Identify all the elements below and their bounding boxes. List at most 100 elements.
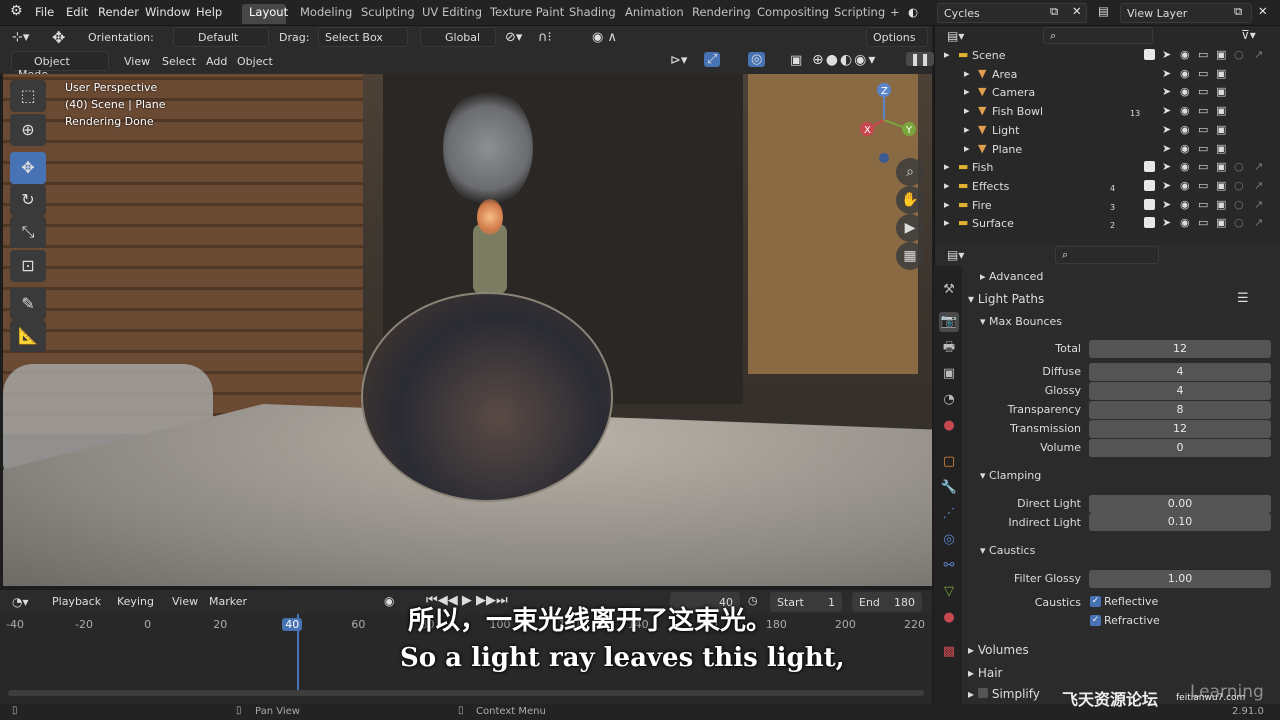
monitor-icon[interactable]: ▭ — [1198, 198, 1208, 211]
expand-chevron-icon[interactable]: ▸ — [944, 160, 950, 173]
select-arrow-icon[interactable]: ➤ — [1162, 123, 1171, 136]
simplify-section[interactable]: ▸ Simplify — [968, 687, 1040, 701]
scale-tool-icon[interactable]: ⤡ — [10, 216, 46, 248]
holdout-icon[interactable]: ○ — [1234, 48, 1244, 61]
cursor-tool-icon[interactable]: ⊕ — [10, 114, 46, 146]
tab-modeling[interactable]: Modeling — [300, 5, 352, 19]
drag-dropdown[interactable]: Select Box — [318, 27, 408, 47]
editor-type-icon[interactable]: ◔▾ — [12, 595, 29, 609]
eye-icon[interactable]: ◉ — [1180, 123, 1190, 136]
holdout-icon[interactable]: ○ — [1234, 216, 1244, 229]
expand-chevron-icon[interactable]: ▸ — [964, 123, 970, 136]
tab-layout[interactable]: Layout — [249, 5, 288, 19]
menu-object[interactable]: Object — [237, 55, 273, 68]
presets-list-icon[interactable]: ☰ — [1237, 291, 1249, 306]
measure-tool-icon[interactable]: 📐 — [10, 320, 46, 352]
menu-render[interactable]: Render — [98, 5, 139, 19]
indirect-only-icon[interactable]: ↗ — [1254, 179, 1263, 192]
scene-selector-icon[interactable]: ◐ — [908, 5, 918, 19]
menu-help[interactable]: Help — [196, 5, 222, 19]
menu-view[interactable]: View — [124, 55, 150, 68]
camera-view-icon[interactable]: ▶ — [896, 214, 924, 242]
properties-search-input[interactable]: ⌕ — [1055, 246, 1159, 264]
volume-bounces-field[interactable]: 0 — [1089, 439, 1271, 457]
render-camera-icon[interactable]: ▣ — [1216, 67, 1226, 80]
render-tab-icon[interactable]: 📷 — [939, 312, 959, 332]
tab-sculpting[interactable]: Sculpting — [361, 5, 415, 19]
render-camera-icon[interactable]: ▣ — [1216, 85, 1226, 98]
select-arrow-icon[interactable]: ➤ — [1162, 48, 1171, 61]
exclude-checkbox[interactable] — [1144, 198, 1155, 210]
expand-chevron-icon[interactable]: ▸ — [944, 48, 950, 61]
outliner-search-input[interactable]: ⌕ — [1043, 27, 1153, 44]
eye-icon[interactable]: ◉ — [1180, 179, 1190, 192]
view-layer-field[interactable]: View Layer — [1120, 3, 1252, 23]
diffuse-bounces-field[interactable]: 4 — [1089, 363, 1271, 381]
select-arrow-icon[interactable]: ➤ — [1162, 142, 1171, 155]
tab-shading[interactable]: Shading — [569, 5, 616, 19]
eye-icon[interactable]: ◉ — [1180, 160, 1190, 173]
magnet-icon[interactable]: ∩⁝ — [538, 30, 552, 45]
menu-select[interactable]: Select — [162, 55, 196, 68]
pause-render-icon[interactable]: ❚❚ — [906, 52, 935, 66]
simplify-checkbox[interactable] — [977, 688, 988, 698]
total-bounces-field[interactable]: 12 — [1089, 340, 1271, 358]
monitor-icon[interactable]: ▭ — [1198, 160, 1208, 173]
monitor-icon[interactable]: ▭ — [1198, 216, 1208, 229]
select-box-tool-icon[interactable]: ⬚ — [10, 80, 46, 112]
holdout-icon[interactable]: ○ — [1234, 198, 1244, 211]
eye-icon[interactable]: ◉ — [1180, 216, 1190, 229]
select-arrow-icon[interactable]: ➤ — [1162, 179, 1171, 192]
outliner-row-camera[interactable]: ▸ ▼ Camera ➤ ◉ ▭ ▣ — [934, 83, 1280, 102]
menu-keying[interactable]: Keying — [117, 595, 154, 608]
holdout-icon[interactable]: ○ — [1234, 160, 1244, 173]
render-camera-icon[interactable]: ▣ — [1216, 48, 1226, 61]
outliner-row-plane[interactable]: ▸ ▼ Plane ➤ ◉ ▭ ▣ — [934, 140, 1280, 159]
pan-hand-icon[interactable]: ✋ — [896, 186, 924, 214]
close-icon[interactable]: ✕ — [1258, 4, 1268, 18]
eye-icon[interactable]: ◉ — [1180, 48, 1190, 61]
render-camera-icon[interactable]: ▣ — [1216, 123, 1226, 136]
menu-window[interactable]: Window — [145, 5, 190, 19]
monitor-icon[interactable]: ▭ — [1198, 179, 1208, 192]
menu-marker[interactable]: Marker — [209, 595, 247, 608]
transform-orientation-dropdown[interactable]: Global — [420, 27, 496, 47]
render-camera-icon[interactable]: ▣ — [1216, 104, 1226, 117]
tab-uv-editing[interactable]: UV Editing — [422, 5, 482, 19]
exclude-checkbox[interactable] — [1144, 217, 1155, 229]
properties-display-icon[interactable]: ▤▾ — [947, 248, 964, 262]
copy-icon[interactable]: ⧉ — [1050, 4, 1058, 19]
outliner-row-fire[interactable]: ▸ ▬ Fire 3 ➤ ◉ ▭ ▣ ○ ↗ — [934, 196, 1280, 215]
options-dropdown[interactable]: Options — [866, 27, 928, 47]
filter-glossy-field[interactable]: 1.00 — [1089, 570, 1271, 588]
select-arrow-icon[interactable]: ➤ — [1162, 216, 1171, 229]
glossy-bounces-field[interactable]: 4 — [1089, 382, 1271, 400]
holdout-icon[interactable]: ○ — [1234, 179, 1244, 192]
expand-chevron-icon[interactable]: ▸ — [964, 67, 970, 80]
object-tab-icon[interactable]: ▢ — [939, 452, 959, 472]
indirect-only-icon[interactable]: ↗ — [1254, 198, 1263, 211]
transform-tool-icon[interactable]: ⊡ — [10, 250, 46, 282]
proportional-edit-icon[interactable]: ◉ ∧ — [592, 30, 617, 45]
move-tool-icon[interactable]: ✥ — [10, 152, 46, 184]
eye-icon[interactable]: ◉ — [1180, 85, 1190, 98]
max-bounces-section[interactable]: ▾ Max Bounces — [980, 315, 1062, 328]
copy-icon[interactable]: ⧉ — [1234, 4, 1242, 19]
grid-view-icon[interactable]: ▦ — [896, 242, 924, 270]
direct-light-field[interactable]: 0.00 — [1089, 495, 1271, 513]
rotate-tool-icon[interactable]: ↻ — [10, 184, 46, 216]
outliner-row-effects[interactable]: ▸ ▬ Effects 4 ➤ ◉ ▭ ▣ ○ ↗ — [934, 177, 1280, 196]
eye-icon[interactable]: ◉ — [1180, 142, 1190, 155]
menu-file[interactable]: File — [35, 5, 54, 19]
light-paths-section[interactable]: ▾ Light Paths — [968, 292, 1044, 306]
expand-chevron-icon[interactable]: ▸ — [944, 216, 950, 229]
eye-icon[interactable]: ◉ — [1180, 104, 1190, 117]
render-camera-icon[interactable]: ▣ — [1216, 160, 1226, 173]
move-tool-icon[interactable]: ✥ — [52, 28, 65, 47]
shading-mode-icons[interactable]: ⊕●◐◉▾ — [812, 52, 877, 68]
eye-icon[interactable]: ◉ — [1180, 198, 1190, 211]
clamping-section[interactable]: ▾ Clamping — [980, 469, 1041, 482]
filter-icon[interactable]: ⊽▾ — [1241, 28, 1256, 42]
refractive-checkbox[interactable]: ✓ — [1090, 615, 1101, 626]
physics-tab-icon[interactable]: ◎ — [939, 530, 959, 550]
